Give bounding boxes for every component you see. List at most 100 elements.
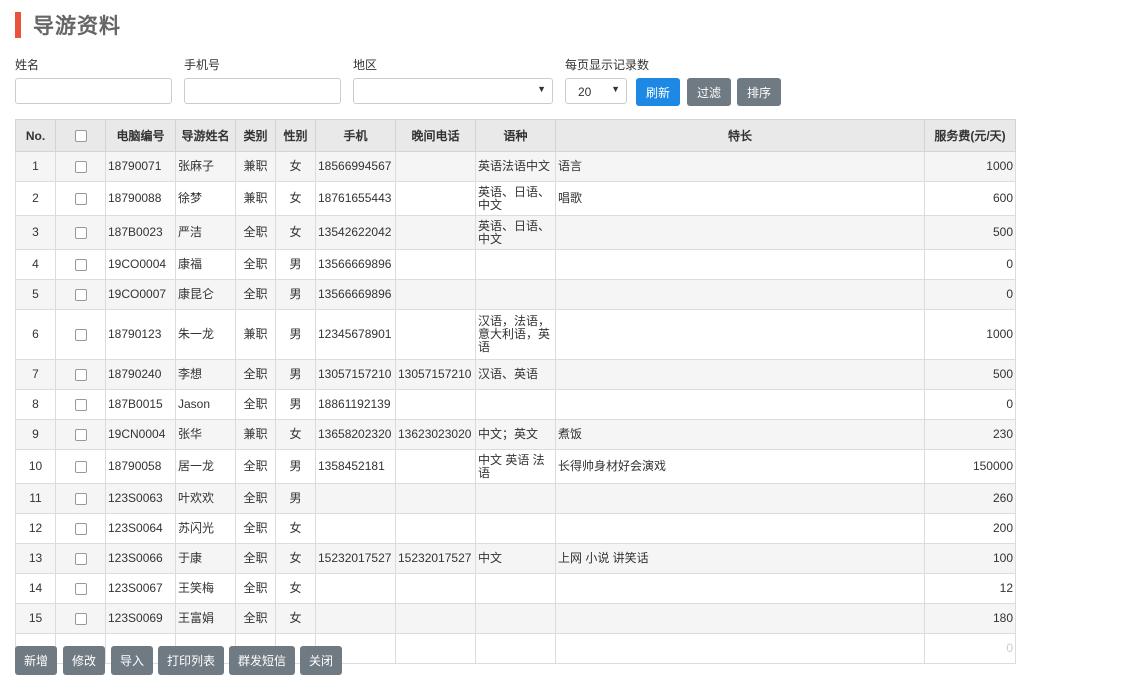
cell-fee: 0 (924, 249, 1016, 280)
cell-select (55, 603, 106, 634)
cell-language (475, 573, 556, 604)
table-row[interactable]: 4 19CO0004 康福 全职男 13566669896 0 (15, 249, 1016, 280)
cell-gender: 男 (275, 389, 316, 420)
table-row[interactable]: 11 123S0063 叶欢欢 全职男 260 (15, 483, 1016, 514)
print-list-button[interactable]: 打印列表 (158, 646, 224, 675)
table-row[interactable]: 7 18790240 李想 全职男 13057157210 13057157210 汉语、英… (15, 359, 1016, 390)
cell-name: 叶欢欢 (175, 483, 236, 514)
col-header-type[interactable]: 类别 (235, 119, 276, 152)
row-checkbox[interactable] (74, 328, 87, 341)
phone-input[interactable] (184, 78, 341, 104)
edit-button[interactable]: 修改 (63, 646, 105, 675)
table-row[interactable]: 12 123S0064 苏闪光 全职女 200 (15, 513, 1016, 544)
cell-night-phone: 13057157210 (395, 359, 476, 390)
cell-gender: 女 (275, 573, 316, 604)
cell-no: 13 (15, 543, 56, 574)
cell-fee: 0 (924, 389, 1016, 420)
row-checkbox[interactable] (74, 192, 87, 205)
cell-name: 徐梦 (175, 181, 236, 216)
row-checkbox[interactable] (74, 582, 87, 595)
row-checkbox[interactable] (74, 160, 87, 173)
add-button[interactable]: 新增 (15, 646, 57, 675)
select-all-checkbox[interactable] (74, 130, 87, 143)
cell-select (55, 419, 106, 450)
col-header-fee[interactable]: 服务费(元/天) (924, 119, 1016, 152)
page-size-select[interactable]: 20 ▼ (565, 78, 627, 104)
refresh-button[interactable]: 刷新 (636, 78, 680, 106)
cell-fee: 100 (924, 543, 1016, 574)
import-button[interactable]: 导入 (111, 646, 153, 675)
cell-skill (555, 483, 925, 514)
cell-code: 123S0069 (105, 603, 176, 634)
cell-skill: 语言 (555, 151, 925, 182)
row-checkbox[interactable] (74, 612, 87, 625)
cell-fee: 230 (924, 419, 1016, 450)
cell-skill: 长得帅身材好会演戏 (555, 449, 925, 484)
row-checkbox[interactable] (74, 288, 87, 301)
page-size-label: 每页显示记录数 (565, 58, 650, 72)
cell-language (475, 633, 556, 664)
cell-fee: 150000 (924, 449, 1016, 484)
row-checkbox[interactable] (74, 368, 87, 381)
close-button[interactable]: 关闭 (300, 646, 342, 675)
cell-no: 8 (15, 389, 56, 420)
cell-gender: 女 (275, 419, 316, 450)
col-header-select[interactable] (55, 119, 106, 152)
bulk-sms-button[interactable]: 群发短信 (229, 646, 295, 675)
table-row[interactable]: 10 18790058 居一龙 全职男 1358452181 中文 英语 法语 长得帅身材好… (15, 449, 1016, 484)
cell-language (475, 483, 556, 514)
col-header-code[interactable]: 电脑编号 (105, 119, 176, 152)
table-row[interactable]: 9 19CN0004 张华 兼职女 13658202320 13623023020 中文；英… (15, 419, 1016, 450)
table-row[interactable]: 5 19CO0007 康昆仑 全职男 13566669896 0 (15, 279, 1016, 310)
page-header: 导游资料 (15, 12, 121, 38)
cell-gender: 女 (275, 543, 316, 574)
table-row[interactable]: 1 18790071 张麻子 兼职女 18566994567 英语法语中文 语言 1000 (15, 151, 1016, 182)
col-header-night-phone[interactable]: 晚间电话 (395, 119, 476, 152)
cell-fee: 0 (924, 633, 1016, 664)
sort-button[interactable]: 排序 (737, 78, 781, 106)
row-checkbox[interactable] (74, 552, 87, 565)
cell-fee: 180 (924, 603, 1016, 634)
cell-mobile: 13566669896 (315, 279, 396, 310)
table-row[interactable]: 8 187B0015 Jason 全职男 18861192139 0 (15, 389, 1016, 420)
cell-language (475, 279, 556, 310)
cell-language (475, 603, 556, 634)
cell-mobile: 1358452181 (315, 449, 396, 484)
col-header-language[interactable]: 语种 (475, 119, 556, 152)
row-checkbox[interactable] (74, 398, 87, 411)
cell-night-phone (395, 603, 476, 634)
name-input[interactable] (15, 78, 172, 104)
table-row[interactable]: 6 18790123 朱一龙 兼职男 12345678901 汉语，法语，意大利语，英语 1… (15, 309, 1016, 360)
table-row[interactable]: 3 187B0023 严洁 全职女 13542622042 英语、日语、中文 500 (15, 215, 1016, 250)
row-checkbox[interactable] (74, 522, 87, 535)
cell-skill (555, 573, 925, 604)
cell-skill (555, 603, 925, 634)
cell-code: 18790088 (105, 181, 176, 216)
cell-mobile: 13566669896 (315, 249, 396, 280)
row-checkbox[interactable] (74, 492, 87, 505)
cell-select (55, 513, 106, 544)
table-header-row: No. 电脑编号 导游姓名 类别 性别 手机 晚间电话 语种 特长 服务费(元/… (15, 119, 1016, 152)
cell-gender: 女 (275, 151, 316, 182)
cell-no: 11 (15, 483, 56, 514)
region-select[interactable]: ▼ (353, 78, 553, 104)
col-header-gender[interactable]: 性别 (275, 119, 316, 152)
row-checkbox[interactable] (74, 226, 87, 239)
col-header-skill[interactable]: 特长 (555, 119, 925, 152)
col-header-mobile[interactable]: 手机 (315, 119, 396, 152)
table-row[interactable]: 15 123S0069 王富娟 全职女 180 (15, 603, 1016, 634)
table-row[interactable]: 14 123S0067 王笑梅 全职女 12 (15, 573, 1016, 604)
row-checkbox[interactable] (74, 460, 87, 473)
row-checkbox[interactable] (74, 258, 87, 271)
table-row[interactable]: 13 123S0066 于康 全职女 15232017527 15232017527 中文上… (15, 543, 1016, 574)
row-checkbox[interactable] (74, 428, 87, 441)
table-row[interactable]: 2 18790088 徐梦 兼职女 18761655443 英语、日语、中文 唱歌 600 (15, 181, 1016, 216)
cell-language: 汉语、英语 (475, 359, 556, 390)
cell-skill: 唱歌 (555, 181, 925, 216)
region-label: 地区 (353, 58, 378, 72)
col-header-name[interactable]: 导游姓名 (175, 119, 236, 152)
cell-type: 全职 (235, 215, 276, 250)
filter-button[interactable]: 过滤 (687, 78, 731, 106)
cell-code: 19CN0004 (105, 419, 176, 450)
col-header-no[interactable]: No. (15, 119, 56, 152)
